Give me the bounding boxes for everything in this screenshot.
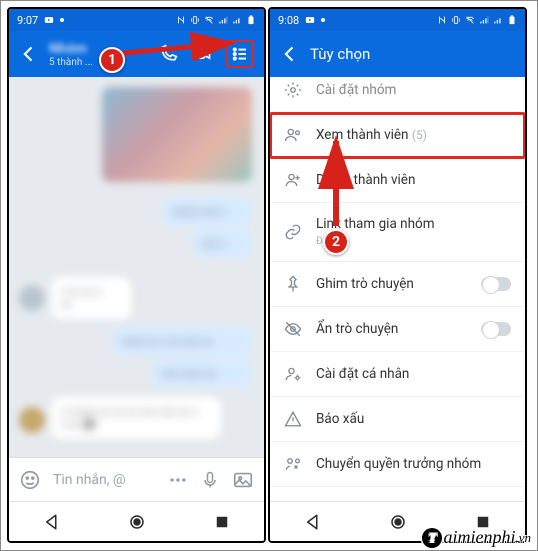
option-clear-history[interactable]: Xóa lịch sử trò chuyện <box>270 487 525 501</box>
pin-toggle[interactable] <box>481 277 511 291</box>
nav-home-icon[interactable] <box>389 513 407 531</box>
option-sublabel: Đã tắt <box>316 236 343 247</box>
phone-right: 9:08 Tùy chọn Cài đặt nhóm <box>268 7 527 543</box>
option-pin[interactable]: Ghim trò chuyện <box>270 262 525 307</box>
mic-icon[interactable] <box>200 470 220 490</box>
more-icon[interactable] <box>168 470 188 490</box>
signal-icon <box>479 15 489 25</box>
options-header: Tùy chọn <box>270 31 525 77</box>
transfer-icon <box>284 455 302 473</box>
option-label: Link tham gia nhóm <box>316 216 435 232</box>
chat-image[interactable] <box>102 87 252 182</box>
link-icon <box>284 223 302 241</box>
nav-back-icon[interactable] <box>304 513 322 531</box>
option-label: Cài đặt nhóm <box>316 82 511 98</box>
battery-icon <box>246 15 256 25</box>
back-icon[interactable] <box>19 44 39 64</box>
option-transfer[interactable]: Chuyển quyền trưởng nhóm <box>270 442 525 487</box>
option-hide[interactable]: Ẩn trò chuyện <box>270 307 525 352</box>
android-nav <box>9 501 264 541</box>
option-label: Ghim trò chuyện <box>316 276 467 292</box>
youtube-icon <box>44 15 54 25</box>
clock: 9:08 <box>278 14 299 27</box>
video-icon[interactable] <box>192 44 212 64</box>
option-label: Báo xấu <box>316 411 511 427</box>
status-bar: 9:08 <box>270 9 525 31</box>
signal-icon <box>493 15 503 25</box>
warning-icon <box>284 410 302 428</box>
back-icon[interactable] <box>280 44 300 64</box>
options-title: Tùy chọn <box>310 45 370 63</box>
add-member-icon <box>284 171 302 189</box>
sticker-icon[interactable] <box>19 469 41 491</box>
wifi-off-icon <box>204 15 214 25</box>
nav-recent-icon[interactable] <box>213 513 231 531</box>
chat-header: Nhóm 5 thành ... <box>9 31 264 77</box>
option-personal[interactable]: Cài đặt cá nhân <box>270 352 525 397</box>
option-group-settings[interactable]: Cài đặt nhóm <box>270 77 525 113</box>
dot-icon <box>321 18 325 22</box>
image-icon[interactable] <box>232 469 254 491</box>
option-report[interactable]: Báo xấu <box>270 397 525 442</box>
member-count: (5) <box>412 128 427 142</box>
nfc-icon <box>176 15 186 25</box>
option-invite-link[interactable]: Link tham gia nhóm Đã tắt <box>270 203 525 262</box>
vibrate-icon <box>190 15 200 25</box>
phone-left: 9:07 Nhóm 5 thành ... <box>7 7 266 543</box>
wifi-off-icon <box>465 15 475 25</box>
chat-subtitle: 5 thành ... <box>49 57 144 68</box>
menu-list-icon <box>231 45 249 63</box>
signal-icon <box>232 15 242 25</box>
nav-home-icon[interactable] <box>128 513 146 531</box>
message-input[interactable]: Tin nhắn, @ <box>53 472 156 488</box>
option-label: Xem thành viên <box>316 127 409 143</box>
options-list[interactable]: Cài đặt nhóm Xem thành viên (5) Duyệt th… <box>270 77 525 501</box>
option-label: Ẩn trò chuyện <box>316 321 467 337</box>
chat-title: Nhóm <box>49 41 144 57</box>
user-gear-icon <box>284 365 302 383</box>
nav-recent-icon[interactable] <box>474 513 492 531</box>
chat-input-bar: Tin nhắn, @ <box>9 457 264 501</box>
menu-button[interactable] <box>226 40 254 68</box>
nav-back-icon[interactable] <box>43 513 61 531</box>
eye-off-icon <box>284 320 302 338</box>
vibrate-icon <box>451 15 461 25</box>
pin-icon <box>284 275 302 293</box>
hide-toggle[interactable] <box>481 322 511 336</box>
clock: 9:07 <box>17 14 38 27</box>
chat-body[interactable]: xxxxx xxx x xxx x x xx xx xxx xxxx xx x … <box>9 77 264 457</box>
option-label: Cài đặt cá nhân <box>316 366 511 382</box>
gear-icon <box>284 81 302 99</box>
members-icon <box>284 126 302 144</box>
option-approve-members[interactable]: Duyệt thành viên <box>270 158 525 203</box>
android-nav <box>270 501 525 541</box>
status-bar: 9:07 <box>9 9 264 31</box>
battery-icon <box>507 15 517 25</box>
option-view-members[interactable]: Xem thành viên (5) <box>270 113 525 158</box>
option-label: Duyệt thành viên <box>316 172 511 188</box>
youtube-icon <box>305 15 315 25</box>
signal-icon <box>218 15 228 25</box>
option-label: Chuyển quyền trưởng nhóm <box>316 456 511 472</box>
dot-icon <box>60 18 64 22</box>
nfc-icon <box>437 15 447 25</box>
call-icon[interactable] <box>158 44 178 64</box>
